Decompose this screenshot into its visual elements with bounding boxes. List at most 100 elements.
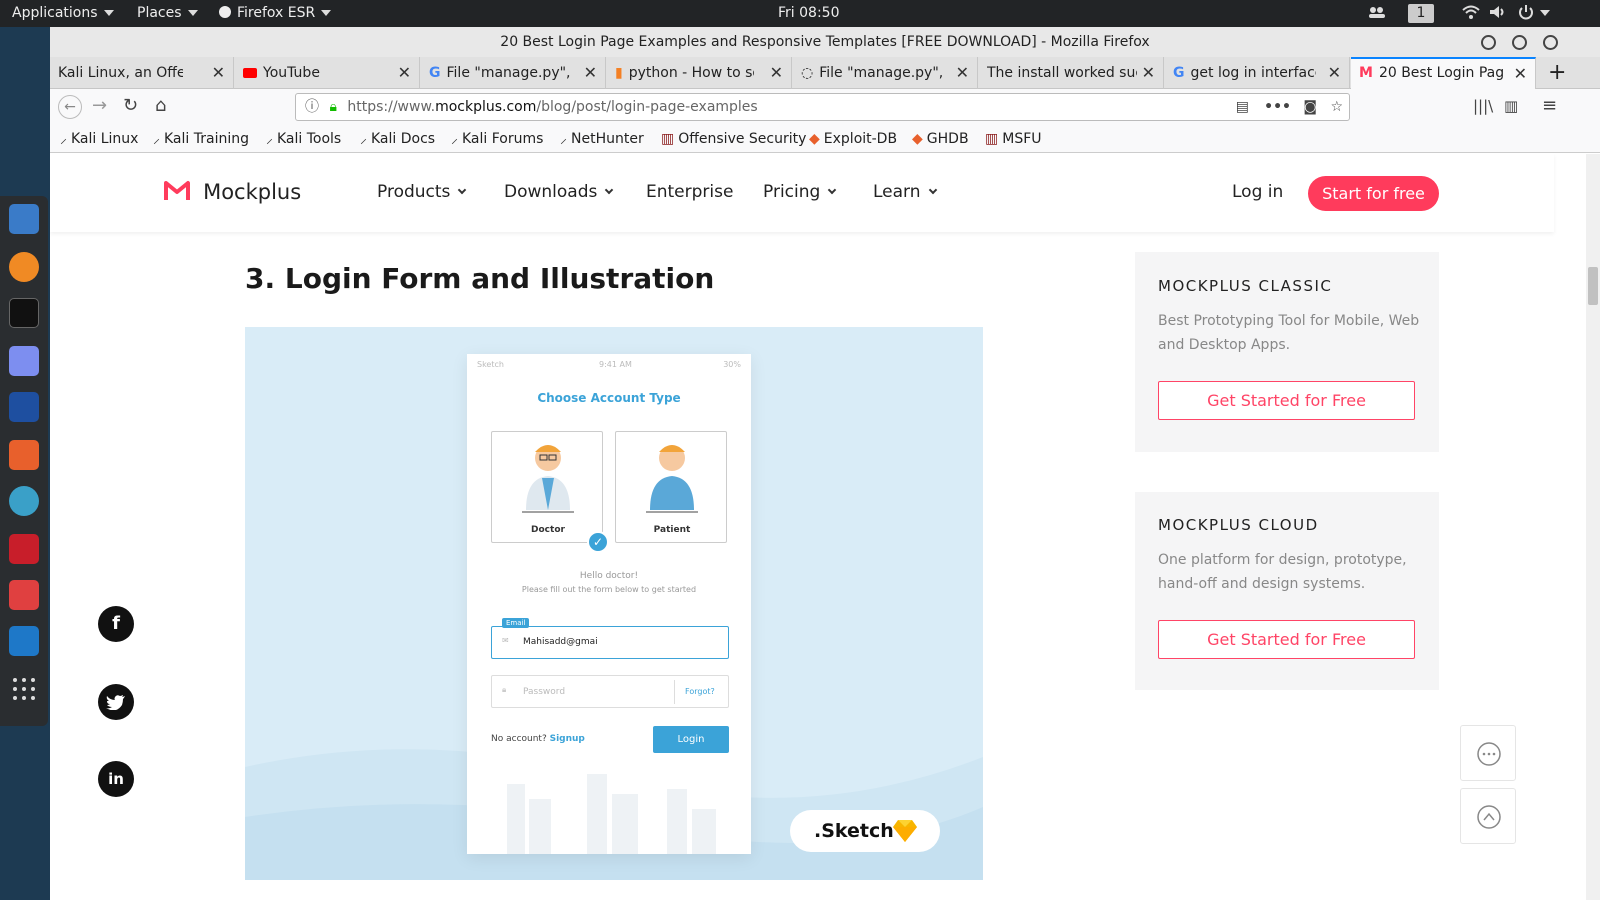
people-icon[interactable] [1368, 0, 1386, 27]
loading-icon: ◌ [801, 65, 814, 81]
vscode-icon[interactable] [9, 626, 39, 656]
eye-icon[interactable] [9, 486, 39, 516]
linkedin-icon: in [108, 770, 124, 788]
library-icon[interactable]: |||\ [1473, 96, 1493, 116]
greeting-text: Hello doctor! [579, 571, 639, 581]
tab-youtube[interactable]: YouTube ✕ [235, 57, 420, 89]
applications-menu[interactable]: Applications [12, 0, 114, 27]
firefox-window: 20 Best Login Page Examples and Responsi… [50, 27, 1600, 900]
close-icon[interactable]: ✕ [398, 57, 411, 89]
workspace-indicator[interactable]: 1 [1408, 4, 1434, 23]
faraday-icon[interactable] [9, 580, 39, 610]
bookmark-msfu[interactable]: ▥ MSFU [985, 125, 1042, 153]
tab-login-examples[interactable]: M20 Best Login Page Examples✕ [1351, 57, 1536, 89]
nav-pricing[interactable]: Pricing [763, 182, 837, 202]
volume-icon[interactable] [1489, 0, 1507, 27]
login-button[interactable]: Login [653, 726, 729, 753]
password-field[interactable]: 🔒︎ Password Forgot? [491, 675, 729, 708]
get-started-button[interactable]: Get Started for Free [1158, 381, 1415, 420]
get-started-button[interactable]: Get Started for Free [1158, 620, 1415, 659]
back-to-top-button[interactable] [1460, 788, 1516, 844]
msfu-icon: ▥ [985, 131, 999, 147]
lock-icon[interactable]: 🔒︎ [329, 99, 336, 115]
tab-install-worked[interactable]: The install worked successfully✕ [979, 57, 1164, 89]
reload-button[interactable]: ↻ [123, 96, 138, 116]
close-icon[interactable]: ✕ [1142, 57, 1155, 89]
signup-link[interactable]: Signup [550, 734, 585, 744]
page-scrollbar[interactable] [1586, 154, 1600, 900]
cherrytree-icon[interactable] [9, 534, 39, 564]
firefox-icon[interactable] [9, 252, 39, 282]
show-apps-icon[interactable] [9, 674, 39, 704]
password-placeholder: Password [523, 687, 566, 697]
bookmark-kali-forums[interactable]: ⸝ Kali Forums [451, 125, 543, 153]
home-button[interactable]: ⌂ [155, 96, 166, 116]
nav-learn[interactable]: Learn [873, 182, 937, 202]
info-icon[interactable]: ⓘ [305, 99, 319, 115]
close-icon[interactable]: ✕ [212, 57, 225, 89]
tab-kali[interactable]: Kali Linux, an Offensive Security✕ [50, 57, 234, 89]
patient-avatar-icon [646, 445, 698, 513]
more-actions-icon[interactable]: ••• [1264, 94, 1291, 120]
terminal-icon[interactable] [9, 298, 39, 328]
bookmark-ghdb[interactable]: ◆ GHDB [912, 125, 969, 153]
close-icon[interactable]: ✕ [584, 57, 597, 89]
doctor-option[interactable]: Doctor [491, 431, 603, 543]
nav-downloads[interactable]: Downloads [504, 182, 614, 202]
bookmark-kali-tools[interactable]: ⸝ Kali Tools [266, 125, 341, 153]
start-for-free-button[interactable]: Start for free [1308, 176, 1439, 211]
wifi-icon[interactable] [1462, 0, 1480, 27]
tab-stackoverflow[interactable]: ▮python - How to solve✕ [607, 57, 792, 89]
scrollbar-thumb[interactable] [1588, 267, 1598, 305]
nav-enterprise[interactable]: Enterprise [646, 182, 733, 202]
back-button[interactable]: ← [58, 95, 82, 119]
text-editor-icon[interactable] [9, 346, 39, 376]
email-field[interactable]: Email ✉ Mahisadd@gmai [491, 618, 729, 659]
bookmark-exploit-db[interactable]: ◆ Exploit-DB [809, 125, 897, 153]
metasploit-icon[interactable] [9, 392, 39, 422]
patient-option[interactable]: Patient [615, 431, 727, 543]
tab-manage-py-1[interactable]: GFile "manage.py", line✕ [421, 57, 606, 89]
pocket-icon[interactable]: ◙ [1303, 94, 1317, 120]
files-icon[interactable] [9, 204, 39, 234]
nav-products[interactable]: Products [377, 182, 467, 202]
close-icon[interactable]: ✕ [956, 57, 969, 89]
clock[interactable]: Fri 08:50 [778, 0, 839, 27]
maximize-button[interactable] [1512, 35, 1527, 50]
sidebar-icon[interactable]: ▥ [1504, 96, 1518, 116]
bookmark-offensive-security[interactable]: ▥ Offensive Security [661, 125, 806, 153]
bookmark-kali-linux[interactable]: ⸝ Kali Linux [60, 125, 138, 153]
url-text[interactable]: https://www.mockplus.com/blog/post/login… [347, 99, 757, 115]
login-link[interactable]: Log in [1232, 182, 1283, 202]
linkedin-share-button[interactable]: in [98, 761, 134, 797]
chat-button[interactable] [1460, 725, 1516, 781]
mockplus-favicon-icon: M [1359, 65, 1373, 81]
new-tab-button[interactable]: + [1538, 57, 1578, 89]
power-icon[interactable] [1518, 0, 1550, 27]
burpsuite-icon[interactable] [9, 440, 39, 470]
tab-manage-py-2[interactable]: ◌File "manage.py", line✕ [793, 57, 978, 89]
places-menu[interactable]: Places [137, 0, 198, 27]
reader-view-icon[interactable]: ▤ [1236, 94, 1249, 120]
url-bar[interactable]: ⓘ 🔒︎ https://www.mockplus.com/blog/post/… [295, 93, 1350, 121]
minimize-button[interactable] [1481, 35, 1496, 50]
facebook-share-button[interactable]: f [98, 606, 134, 642]
close-window-button[interactable] [1543, 35, 1558, 50]
twitter-share-button[interactable] [98, 684, 134, 720]
twitter-icon [106, 695, 125, 711]
menu-icon[interactable]: ≡ [1542, 96, 1557, 116]
firefox-app-menu[interactable]: Firefox ESR [218, 0, 332, 27]
bookmark-nethunter[interactable]: ⸝ NetHunter [560, 125, 644, 153]
bookmark-kali-training[interactable]: ⸝ Kali Training [153, 125, 249, 153]
close-icon[interactable]: ✕ [1328, 57, 1341, 89]
forward-button[interactable]: → [92, 96, 107, 116]
forgot-link[interactable]: Forgot? [685, 687, 715, 696]
divider [674, 680, 675, 704]
close-icon[interactable]: ✕ [1514, 59, 1527, 88]
tab-get-log-in[interactable]: Gget log in interface ✕ [1165, 57, 1350, 89]
bookmark-kali-docs[interactable]: ⸝ Kali Docs [360, 125, 435, 153]
close-icon[interactable]: ✕ [770, 57, 783, 89]
bookmark-star-icon[interactable]: ☆ [1330, 94, 1343, 120]
site-logo[interactable]: Mockplus [164, 180, 301, 204]
stackoverflow-icon: ▮ [615, 65, 623, 81]
